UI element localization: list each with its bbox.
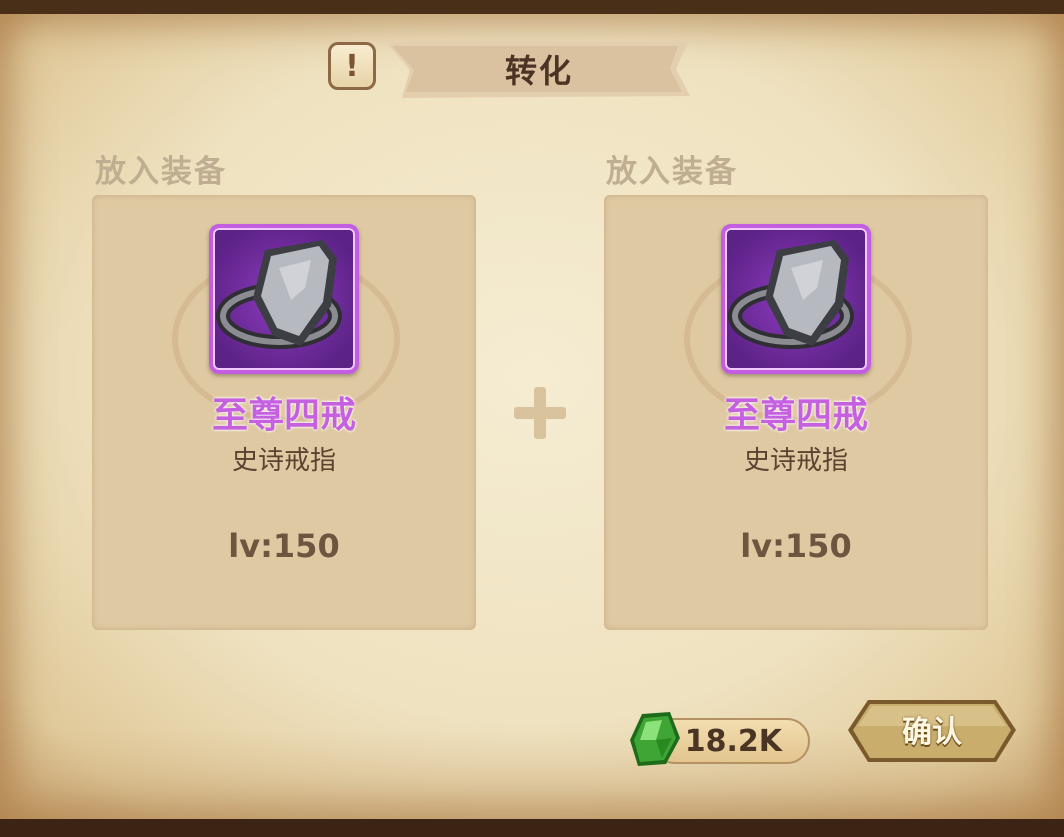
item-type: 史诗戒指 xyxy=(231,446,336,476)
slot-label-left: 放入装备 xyxy=(95,154,227,190)
slot-label-right: 放入装备 xyxy=(606,154,738,190)
title-banner: 转化 xyxy=(388,40,690,98)
confirm-button[interactable]: 确认 xyxy=(846,696,1018,768)
shield-ring-icon xyxy=(216,240,342,349)
item-icon-frame[interactable] xyxy=(209,224,359,374)
dialog-title: 转化 xyxy=(504,52,573,90)
exclamation-icon[interactable]: ! xyxy=(328,42,376,90)
item-level: lv:150 xyxy=(740,527,852,565)
item-name: 至尊四戒 xyxy=(723,395,868,436)
equipment-slot-right[interactable]: 至尊四戒 史诗戒指 lv:150 xyxy=(604,195,988,630)
shield-ring-icon xyxy=(728,240,854,349)
item-level: lv:150 xyxy=(228,527,340,565)
confirm-label: 确认 xyxy=(902,715,962,750)
plus-icon xyxy=(514,387,566,439)
equipment-slot-left[interactable]: 至尊四戒 史诗戒指 lv:150 xyxy=(92,195,476,630)
green-gem-icon xyxy=(630,712,680,766)
item-type: 史诗戒指 xyxy=(743,446,848,476)
item-icon-frame[interactable] xyxy=(721,224,871,374)
item-name: 至尊四戒 xyxy=(211,395,356,436)
